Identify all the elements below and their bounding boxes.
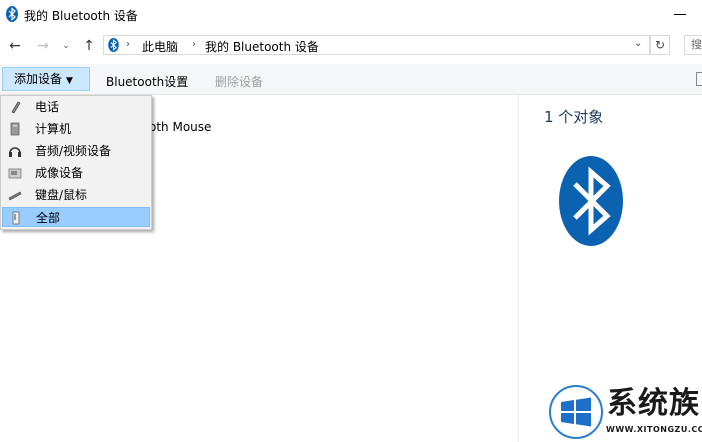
menu-item-phone[interactable]: 电话 [2, 97, 150, 117]
bluetooth-settings-button[interactable]: Bluetooth设置 [106, 73, 188, 90]
minimize-button[interactable] [674, 14, 686, 15]
menu-item-imaging[interactable]: 成像设备 [2, 163, 150, 183]
back-arrow-icon[interactable]: ← [6, 38, 24, 54]
bluetooth-logo-icon [559, 156, 623, 249]
breadcrumb-this-pc[interactable]: 此电脑 [142, 38, 178, 55]
chevron-right-icon[interactable]: › [126, 39, 130, 50]
add-device-label: 添加设备 [14, 72, 63, 86]
headphones-icon [8, 144, 22, 158]
chevron-down-icon[interactable]: ⌄ [634, 38, 642, 49]
search-input[interactable]: 搜 [684, 35, 702, 55]
caret-down-icon: ▼ [66, 76, 73, 86]
add-device-button[interactable]: 添加设备 ▼ [2, 67, 90, 91]
window-title: 我的 Bluetooth 设备 [24, 9, 138, 23]
menu-item-audio-video[interactable]: 音频/视频设备 [2, 141, 150, 161]
all-devices-icon [9, 211, 23, 225]
watermark-url: WWW.XITONGZU.COM [606, 425, 702, 434]
panel-toggle-icon[interactable] [696, 72, 702, 86]
refresh-button[interactable]: ↻ [650, 35, 670, 55]
address-field[interactable]: › 此电脑 › 我的 Bluetooth 设备 ⌄ [103, 35, 650, 55]
menu-item-label: 电话 [35, 100, 60, 114]
bluetooth-icon [6, 6, 18, 25]
add-device-menu: 电话 计算机 音频/视频设备 成像设备 键盘/鼠标 全部 [0, 95, 152, 230]
chevron-right-icon[interactable]: › [192, 39, 196, 50]
windows-logo-icon [549, 385, 603, 439]
menu-item-label: 成像设备 [35, 166, 84, 180]
phone-icon [8, 100, 22, 114]
device-item-label[interactable]: oth Mouse [149, 120, 211, 134]
menu-item-label: 全部 [36, 211, 61, 225]
menu-item-computer[interactable]: 计算机 [2, 119, 150, 139]
watermark-logo: 系统族 WWW.XITONGZU.COM [549, 383, 702, 442]
recent-locations-chevron-icon[interactable]: ⌄ [60, 38, 72, 54]
menu-item-keyboard-mouse[interactable]: 键盘/鼠标 [2, 185, 150, 205]
title-bar: 我的 Bluetooth 设备 [0, 0, 702, 30]
command-bar: 添加设备 ▼ Bluetooth设置 删除设备 [0, 64, 702, 95]
imaging-device-icon [8, 166, 22, 180]
menu-item-label: 计算机 [35, 122, 72, 136]
object-count: 1 个对象 [544, 108, 604, 126]
watermark-text: 系统族 [607, 386, 700, 421]
remove-device-button[interactable]: 删除设备 [215, 73, 263, 90]
breadcrumb-my-bluetooth[interactable]: 我的 Bluetooth 设备 [205, 38, 319, 55]
keyboard-icon [8, 188, 22, 202]
menu-item-label: 音频/视频设备 [35, 144, 112, 158]
computer-icon [8, 122, 22, 136]
bluetooth-icon [108, 38, 119, 55]
menu-item-all[interactable]: 全部 [2, 207, 150, 227]
menu-item-label: 键盘/鼠标 [35, 188, 88, 202]
forward-arrow-icon[interactable]: → [34, 38, 52, 54]
up-arrow-icon[interactable]: ↑ [80, 38, 98, 54]
